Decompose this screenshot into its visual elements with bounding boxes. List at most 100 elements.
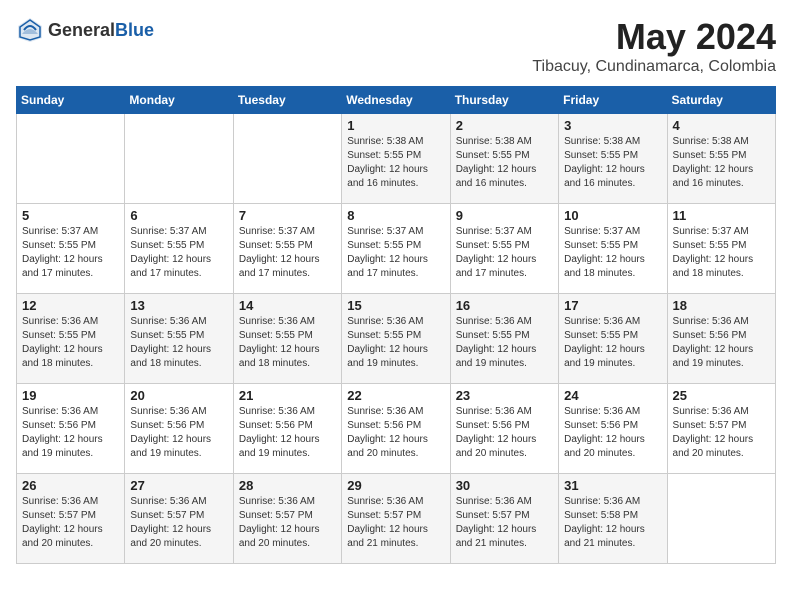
day-content: Sunrise: 5:36 AM Sunset: 5:55 PM Dayligh…	[239, 315, 336, 371]
calendar-cell: 21 Sunrise: 5:36 AM Sunset: 5:56 PM Dayli…	[233, 384, 341, 474]
logo-general: General	[48, 20, 115, 40]
day-content: Sunrise: 5:36 AM Sunset: 5:56 PM Dayligh…	[130, 405, 227, 461]
weekday-header-sunday: Sunday	[17, 87, 125, 114]
weekday-header-tuesday: Tuesday	[233, 87, 341, 114]
calendar-cell: 20 Sunrise: 5:36 AM Sunset: 5:56 PM Dayli…	[125, 384, 233, 474]
day-content: Sunrise: 5:38 AM Sunset: 5:55 PM Dayligh…	[456, 135, 553, 191]
day-number: 27	[130, 478, 227, 493]
day-content: Sunrise: 5:36 AM Sunset: 5:56 PM Dayligh…	[347, 405, 444, 461]
day-number: 2	[456, 118, 553, 133]
day-content: Sunrise: 5:37 AM Sunset: 5:55 PM Dayligh…	[673, 225, 770, 281]
day-content: Sunrise: 5:36 AM Sunset: 5:56 PM Dayligh…	[673, 315, 770, 371]
day-content: Sunrise: 5:36 AM Sunset: 5:57 PM Dayligh…	[239, 495, 336, 551]
day-number: 31	[564, 478, 661, 493]
day-number: 13	[130, 298, 227, 313]
calendar-cell: 6 Sunrise: 5:37 AM Sunset: 5:55 PM Daylig…	[125, 204, 233, 294]
day-content: Sunrise: 5:36 AM Sunset: 5:55 PM Dayligh…	[22, 315, 119, 371]
day-number: 12	[22, 298, 119, 313]
calendar-week-row: 5 Sunrise: 5:37 AM Sunset: 5:55 PM Daylig…	[17, 204, 776, 294]
calendar-cell: 26Sunrise: 5:36 AM Sunset: 5:57 PM Dayli…	[17, 474, 125, 564]
day-content: Sunrise: 5:37 AM Sunset: 5:55 PM Dayligh…	[564, 225, 661, 281]
day-content: Sunrise: 5:36 AM Sunset: 5:56 PM Dayligh…	[456, 405, 553, 461]
calendar-cell: 31 Sunrise: 5:36 AM Sunset: 5:58 PM Dayli…	[559, 474, 667, 564]
day-content: Sunrise: 5:36 AM Sunset: 5:55 PM Dayligh…	[456, 315, 553, 371]
day-number: 25	[673, 388, 770, 403]
calendar-cell: 10Sunrise: 5:37 AM Sunset: 5:55 PM Dayli…	[559, 204, 667, 294]
calendar-table: SundayMondayTuesdayWednesdayThursdayFrid…	[16, 86, 776, 564]
calendar-cell: 29 Sunrise: 5:36 AM Sunset: 5:57 PM Dayli…	[342, 474, 450, 564]
day-number: 1	[347, 118, 444, 133]
calendar-cell: 30 Sunrise: 5:36 AM Sunset: 5:57 PM Dayli…	[450, 474, 558, 564]
day-number: 19	[22, 388, 119, 403]
day-number: 21	[239, 388, 336, 403]
calendar-cell: 13Sunrise: 5:36 AM Sunset: 5:55 PM Dayli…	[125, 294, 233, 384]
day-content: Sunrise: 5:36 AM Sunset: 5:57 PM Dayligh…	[456, 495, 553, 551]
day-content: Sunrise: 5:37 AM Sunset: 5:55 PM Dayligh…	[456, 225, 553, 281]
day-number: 5	[22, 208, 119, 223]
day-content: Sunrise: 5:37 AM Sunset: 5:55 PM Dayligh…	[239, 225, 336, 281]
calendar-week-row: 19 Sunrise: 5:36 AM Sunset: 5:56 PM Dayli…	[17, 384, 776, 474]
day-number: 3	[564, 118, 661, 133]
weekday-header-saturday: Saturday	[667, 87, 775, 114]
day-number: 18	[673, 298, 770, 313]
calendar-cell: 23Sunrise: 5:36 AM Sunset: 5:56 PM Dayli…	[450, 384, 558, 474]
day-number: 11	[673, 208, 770, 223]
calendar-cell: 1 Sunrise: 5:38 AM Sunset: 5:55 PM Daylig…	[342, 114, 450, 204]
calendar-cell: 19 Sunrise: 5:36 AM Sunset: 5:56 PM Dayli…	[17, 384, 125, 474]
calendar-cell: 5 Sunrise: 5:37 AM Sunset: 5:55 PM Daylig…	[17, 204, 125, 294]
title-block: May 2024 Tibacuy, Cundinamarca, Colombia	[532, 16, 776, 76]
day-number: 17	[564, 298, 661, 313]
calendar-cell	[233, 114, 341, 204]
day-content: Sunrise: 5:36 AM Sunset: 5:56 PM Dayligh…	[239, 405, 336, 461]
day-content: Sunrise: 5:37 AM Sunset: 5:55 PM Dayligh…	[130, 225, 227, 281]
weekday-header-monday: Monday	[125, 87, 233, 114]
day-number: 22	[347, 388, 444, 403]
calendar-cell: 18 Sunrise: 5:36 AM Sunset: 5:56 PM Dayli…	[667, 294, 775, 384]
day-content: Sunrise: 5:36 AM Sunset: 5:55 PM Dayligh…	[347, 315, 444, 371]
calendar-cell	[17, 114, 125, 204]
calendar-cell: 15 Sunrise: 5:36 AM Sunset: 5:55 PM Dayli…	[342, 294, 450, 384]
day-content: Sunrise: 5:36 AM Sunset: 5:55 PM Dayligh…	[564, 315, 661, 371]
day-number: 7	[239, 208, 336, 223]
day-content: Sunrise: 5:37 AM Sunset: 5:55 PM Dayligh…	[22, 225, 119, 281]
day-content: Sunrise: 5:38 AM Sunset: 5:55 PM Dayligh…	[564, 135, 661, 191]
page-header: GeneralBlue May 2024 Tibacuy, Cundinamar…	[16, 16, 776, 76]
calendar-cell: 7 Sunrise: 5:37 AM Sunset: 5:55 PM Daylig…	[233, 204, 341, 294]
day-content: Sunrise: 5:38 AM Sunset: 5:55 PM Dayligh…	[673, 135, 770, 191]
day-number: 8	[347, 208, 444, 223]
weekday-header-wednesday: Wednesday	[342, 87, 450, 114]
day-number: 30	[456, 478, 553, 493]
day-number: 28	[239, 478, 336, 493]
month-year-title: May 2024	[532, 16, 776, 58]
day-content: Sunrise: 5:36 AM Sunset: 5:56 PM Dayligh…	[22, 405, 119, 461]
calendar-week-row: 1 Sunrise: 5:38 AM Sunset: 5:55 PM Daylig…	[17, 114, 776, 204]
calendar-week-row: 26Sunrise: 5:36 AM Sunset: 5:57 PM Dayli…	[17, 474, 776, 564]
logo-blue: Blue	[115, 20, 154, 40]
logo-text: GeneralBlue	[48, 20, 154, 41]
day-content: Sunrise: 5:36 AM Sunset: 5:57 PM Dayligh…	[22, 495, 119, 551]
day-number: 16	[456, 298, 553, 313]
day-content: Sunrise: 5:36 AM Sunset: 5:57 PM Dayligh…	[673, 405, 770, 461]
calendar-cell	[125, 114, 233, 204]
day-content: Sunrise: 5:38 AM Sunset: 5:55 PM Dayligh…	[347, 135, 444, 191]
calendar-cell: 17 Sunrise: 5:36 AM Sunset: 5:55 PM Dayli…	[559, 294, 667, 384]
day-number: 6	[130, 208, 227, 223]
calendar-week-row: 12 Sunrise: 5:36 AM Sunset: 5:55 PM Dayli…	[17, 294, 776, 384]
day-content: Sunrise: 5:36 AM Sunset: 5:58 PM Dayligh…	[564, 495, 661, 551]
weekday-header-row: SundayMondayTuesdayWednesdayThursdayFrid…	[17, 87, 776, 114]
logo: GeneralBlue	[16, 16, 154, 44]
day-number: 29	[347, 478, 444, 493]
day-number: 14	[239, 298, 336, 313]
day-number: 20	[130, 388, 227, 403]
day-content: Sunrise: 5:37 AM Sunset: 5:55 PM Dayligh…	[347, 225, 444, 281]
calendar-cell: 8 Sunrise: 5:37 AM Sunset: 5:55 PM Daylig…	[342, 204, 450, 294]
calendar-cell	[667, 474, 775, 564]
day-number: 15	[347, 298, 444, 313]
logo-icon	[16, 16, 44, 44]
day-content: Sunrise: 5:36 AM Sunset: 5:57 PM Dayligh…	[347, 495, 444, 551]
calendar-cell: 25 Sunrise: 5:36 AM Sunset: 5:57 PM Dayli…	[667, 384, 775, 474]
calendar-cell: 3 Sunrise: 5:38 AM Sunset: 5:55 PM Daylig…	[559, 114, 667, 204]
calendar-cell: 14 Sunrise: 5:36 AM Sunset: 5:55 PM Dayli…	[233, 294, 341, 384]
calendar-cell: 16 Sunrise: 5:36 AM Sunset: 5:55 PM Dayli…	[450, 294, 558, 384]
calendar-cell: 27Sunrise: 5:36 AM Sunset: 5:57 PM Dayli…	[125, 474, 233, 564]
